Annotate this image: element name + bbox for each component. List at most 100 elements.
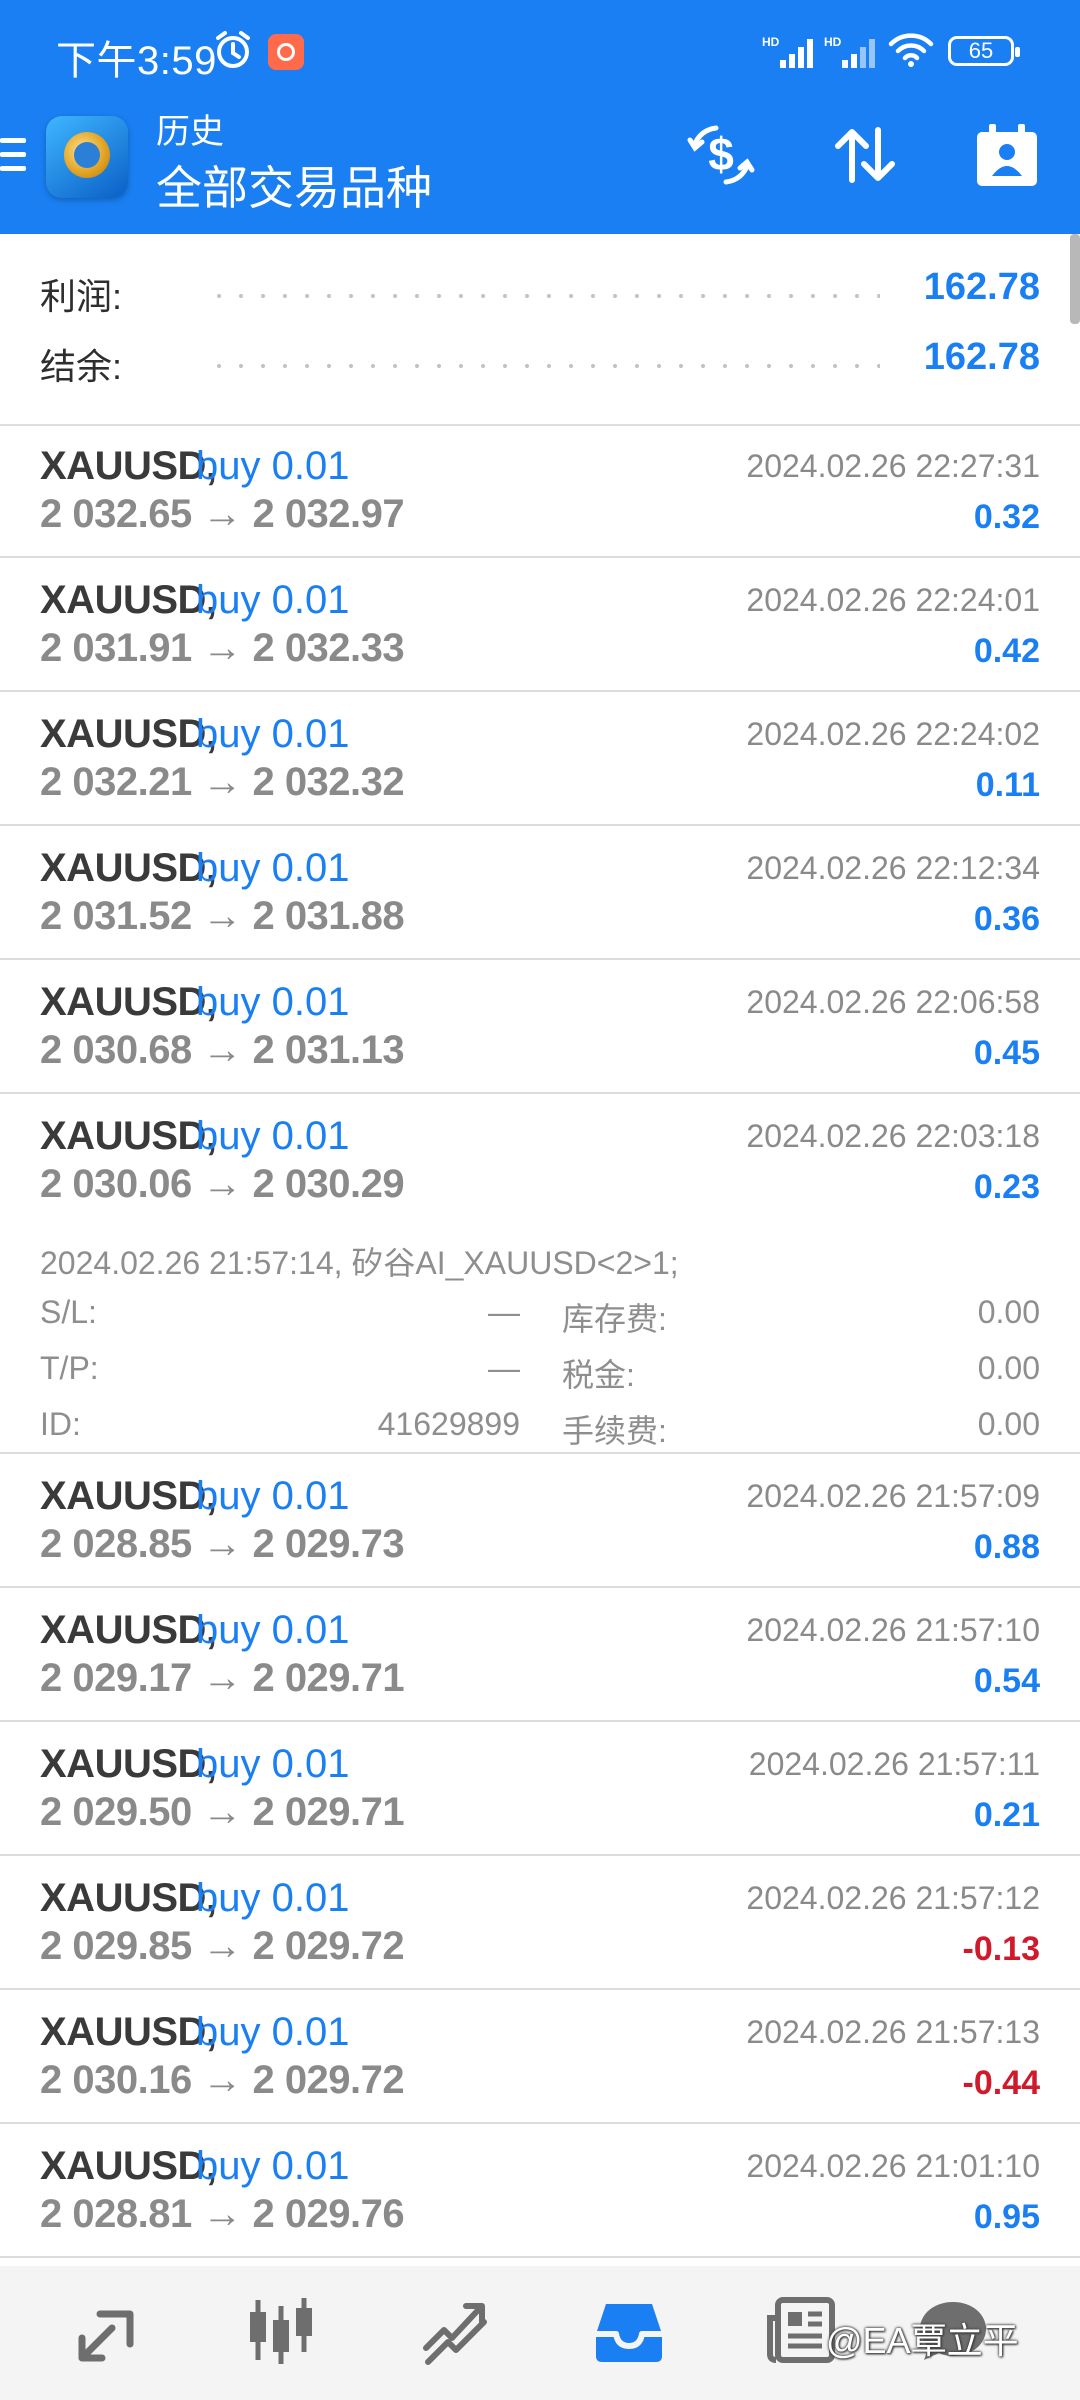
deal-time: 2024.02.26 21:57:09 xyxy=(746,1478,1040,1514)
deal-symbol: XAUUSD, xyxy=(40,980,217,1024)
tp-value: — xyxy=(488,1350,520,1386)
id-label: ID: xyxy=(40,1406,81,1442)
deal-row[interactable]: XAUUSD, buy 0.01 2 032.21 → 2 032.32 202… xyxy=(0,692,1080,826)
deal-close-price: 2 031.88 xyxy=(252,894,405,938)
sort-icon[interactable] xyxy=(830,120,900,195)
deal-type: buy 0.01 xyxy=(196,2010,350,2054)
deal-list[interactable]: XAUUSD, buy 0.01 2 032.65 → 2 032.97 202… xyxy=(0,424,1080,2258)
history-icon[interactable] xyxy=(592,2294,666,2373)
deal-symbol: XAUUSD, xyxy=(40,1114,217,1158)
deal-row[interactable]: XAUUSD, buy 0.01 2 028.85 → 2 029.73 202… xyxy=(0,1454,1080,1588)
deal-type: buy 0.01 xyxy=(196,444,350,488)
deal-type: buy 0.01 xyxy=(196,1876,350,1920)
deal-type: buy 0.01 xyxy=(196,712,350,756)
deal-row[interactable]: XAUUSD, buy 0.01 2 028.81 → 2 029.76 202… xyxy=(0,2124,1080,2258)
deal-profit: 0.95 xyxy=(973,2198,1040,2236)
deal-close-price: 2 030.29 xyxy=(252,1162,405,1206)
trade-icon[interactable] xyxy=(418,2294,492,2373)
deal-row[interactable]: XAUUSD, buy 0.01 2 029.17 → 2 029.71 202… xyxy=(0,1588,1080,1722)
signal-icon: HD xyxy=(824,34,878,73)
deal-time: 2024.02.26 21:57:13 xyxy=(746,2014,1040,2050)
deal-close-price: 2 032.32 xyxy=(252,760,405,804)
battery-icon: 65 xyxy=(948,36,1020,66)
scrollbar[interactable] xyxy=(1070,234,1080,324)
deal-open-price: 2 029.17 xyxy=(40,1656,192,1700)
deal-symbol: XAUUSD, xyxy=(40,2010,217,2054)
deal-profit: 0.88 xyxy=(973,1528,1040,1566)
deal-close-price: 2 032.33 xyxy=(252,626,405,670)
deal-close-price: 2 029.76 xyxy=(252,2192,405,2236)
swap-label: 库存费: xyxy=(562,1301,667,1337)
deal-open-price: 2 032.65 xyxy=(40,492,192,536)
summary-label: 利润: xyxy=(40,276,123,317)
summary-value: 162.78 xyxy=(923,336,1040,378)
arrow-right-icon: → xyxy=(202,626,242,670)
deal-prices: 2 032.21 → 2 032.32 xyxy=(40,760,405,805)
deal-time: 2024.02.26 22:12:34 xyxy=(746,850,1040,886)
deal-prices: 2 028.81 → 2 029.76 xyxy=(40,2192,405,2237)
status-time: 下午3:59 xyxy=(56,39,217,83)
deal-row[interactable]: XAUUSD, buy 0.01 2 031.91 → 2 032.33 202… xyxy=(0,558,1080,692)
currency-exchange-icon[interactable]: $ xyxy=(686,120,756,195)
deal-open-price: 2 030.16 xyxy=(40,2058,192,2102)
deal-row[interactable]: XAUUSD, buy 0.01 2 030.68 → 2 031.13 202… xyxy=(0,960,1080,1094)
swap-value: 0.00 xyxy=(977,1294,1040,1330)
deal-symbol: XAUUSD, xyxy=(40,2144,217,2188)
deal-time: 2024.02.26 21:57:12 xyxy=(746,1880,1040,1916)
deal-time: 2024.02.26 22:06:58 xyxy=(746,984,1040,1020)
arrow-right-icon: → xyxy=(202,1924,242,1968)
deal-symbol: XAUUSD, xyxy=(40,1608,217,1652)
deal-open-price: 2 030.06 xyxy=(40,1162,192,1206)
deal-close-price: 2 029.72 xyxy=(252,2058,405,2102)
deal-prices: 2 031.52 → 2 031.88 xyxy=(40,894,405,939)
deal-open-price: 2 030.68 xyxy=(40,1028,192,1072)
deal-close-price: 2 029.71 xyxy=(252,1790,405,1834)
deal-profit: 0.11 xyxy=(975,766,1040,804)
summary-row-profit: 利润: 162.78 xyxy=(0,256,1080,326)
leader-dots xyxy=(208,294,880,298)
deal-symbol: XAUUSD, xyxy=(40,712,217,756)
deal-open-price: 2 031.91 xyxy=(40,626,192,670)
summary-row-balance: 结余: 162.78 xyxy=(0,326,1080,396)
deal-symbol: XAUUSD, xyxy=(40,1474,217,1518)
deal-prices: 2 029.17 → 2 029.71 xyxy=(40,1656,405,1701)
deal-symbol: XAUUSD, xyxy=(40,578,217,622)
deal-time: 2024.02.26 22:27:31 xyxy=(746,448,1040,484)
svg-text:HD: HD xyxy=(762,35,780,49)
status-bar: 下午3:59 HD HD 65 xyxy=(0,0,1080,100)
summary-panel: 利润: 162.78 结余: 162.78 xyxy=(0,234,1080,426)
deal-prices: 2 030.16 → 2 029.72 xyxy=(40,2058,405,2103)
calendar-user-icon[interactable] xyxy=(972,120,1042,195)
deal-profit: 0.23 xyxy=(973,1168,1040,1206)
deal-row[interactable]: XAUUSD, buy 0.01 2 031.52 → 2 031.88 202… xyxy=(0,826,1080,960)
deal-symbol: XAUUSD, xyxy=(40,444,217,488)
deal-symbol: XAUUSD, xyxy=(40,846,217,890)
deal-row[interactable]: XAUUSD, buy 0.01 2 032.65 → 2 032.97 202… xyxy=(0,424,1080,558)
fee-label: 手续费: xyxy=(562,1413,667,1449)
quotes-icon[interactable] xyxy=(72,2294,146,2373)
symbol-filter[interactable]: 全部交易品种 xyxy=(156,152,432,218)
deal-open-price: 2 031.52 xyxy=(40,894,192,938)
deal-row-expanded[interactable]: XAUUSD, buy 0.01 2 030.06 → 2 030.29 202… xyxy=(0,1094,1080,1454)
id-value: 41629899 xyxy=(377,1406,520,1442)
deal-time: 2024.02.26 21:01:10 xyxy=(746,2148,1040,2184)
deal-row[interactable]: XAUUSD, buy 0.01 2 029.50 → 2 029.71 202… xyxy=(0,1722,1080,1856)
arrow-right-icon: → xyxy=(202,2192,242,2236)
deal-row[interactable]: XAUUSD, buy 0.01 2 030.16 → 2 029.72 202… xyxy=(0,1990,1080,2124)
deal-time: 2024.02.26 22:03:18 xyxy=(746,1118,1040,1154)
deal-open-price: 2 029.50 xyxy=(40,1790,192,1834)
deal-close-price: 2 032.97 xyxy=(252,492,405,536)
tax-label: 税金: xyxy=(562,1357,635,1393)
deal-type: buy 0.01 xyxy=(196,980,350,1024)
tax-value: 0.00 xyxy=(977,1350,1040,1386)
deal-type: buy 0.01 xyxy=(196,1474,350,1518)
svg-text:$: $ xyxy=(708,128,734,180)
deal-time: 2024.02.26 22:24:02 xyxy=(746,716,1040,752)
deal-row[interactable]: XAUUSD, buy 0.01 2 029.85 → 2 029.72 202… xyxy=(0,1856,1080,1990)
deal-symbol: XAUUSD, xyxy=(40,1742,217,1786)
alarm-icon xyxy=(214,30,252,75)
deal-open-price: 2 032.21 xyxy=(40,760,192,804)
chart-icon[interactable] xyxy=(244,2294,318,2373)
deal-close-price: 2 029.71 xyxy=(252,1656,405,1700)
menu-icon[interactable] xyxy=(0,138,26,180)
